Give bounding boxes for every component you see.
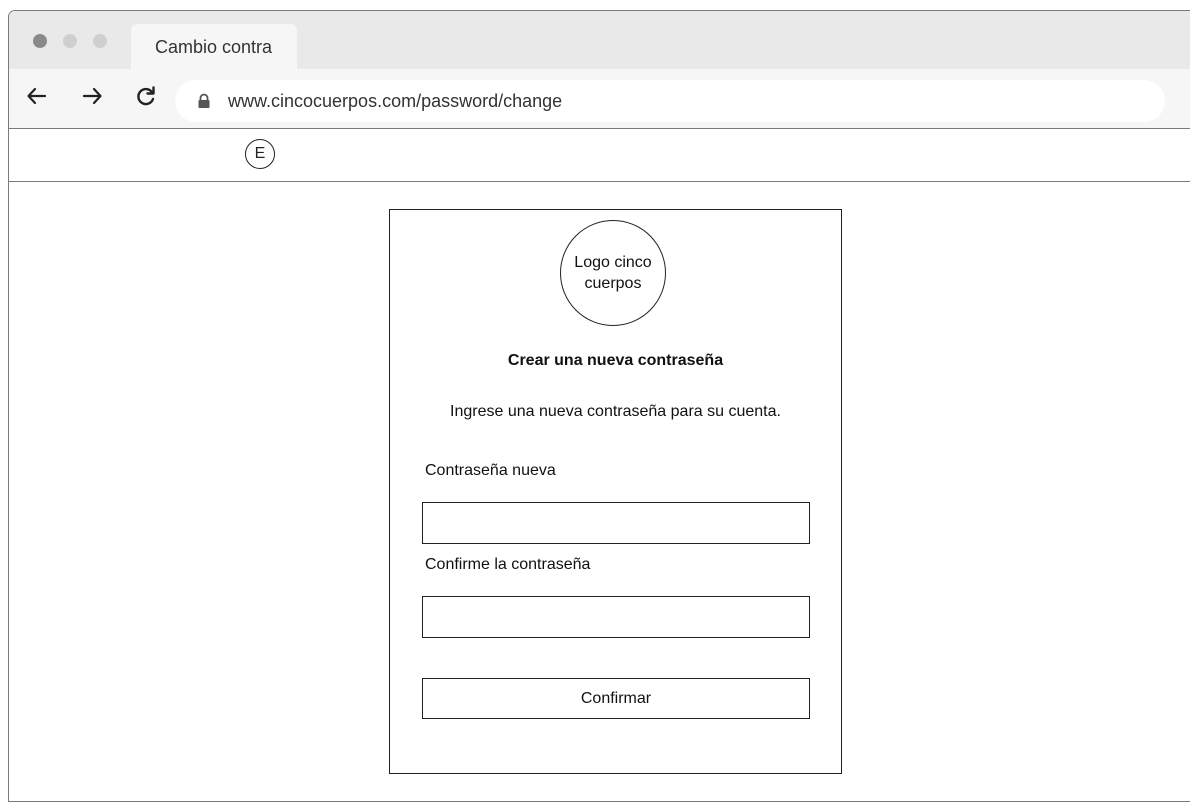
lock-icon bbox=[198, 93, 210, 108]
reload-button[interactable] bbox=[133, 83, 159, 109]
confirm-button[interactable]: Confirmar bbox=[422, 678, 810, 719]
browser-tab[interactable]: Cambio contra bbox=[131, 24, 297, 69]
url-text: www.cincocuerpos.com/password/change bbox=[228, 91, 563, 111]
extensions-bar: E bbox=[9, 129, 1190, 182]
password-change-card: Logo cinco cuerpos Crear una nueva contr… bbox=[389, 209, 842, 774]
arrow-left-icon bbox=[27, 87, 47, 105]
forward-button[interactable] bbox=[79, 83, 105, 109]
page-title: Crear una nueva contraseña bbox=[507, 352, 724, 369]
logo: Logo cinco cuerpos bbox=[560, 220, 666, 326]
maximize-window-button[interactable] bbox=[93, 34, 107, 48]
navigation-bar: www.cincocuerpos.com/password/change bbox=[9, 69, 1190, 129]
arrow-right-icon bbox=[82, 87, 102, 105]
new-password-label: Contraseña nueva bbox=[425, 462, 556, 479]
new-password-field[interactable] bbox=[422, 502, 810, 544]
extension-icon[interactable]: E bbox=[245, 139, 275, 169]
browser-window: Cambio contra www.cincocuerpos.com/passw… bbox=[8, 10, 1190, 802]
tab-title: Cambio contra bbox=[155, 37, 273, 57]
address-bar[interactable]: www.cincocuerpos.com/password/change bbox=[175, 80, 1165, 122]
minimize-window-button[interactable] bbox=[63, 34, 77, 48]
tab-bar: Cambio contra bbox=[9, 11, 1190, 69]
confirm-password-label: Confirme la contraseña bbox=[425, 556, 591, 573]
reload-icon bbox=[137, 86, 155, 106]
page-subtitle: Ingrese una nueva contraseña para su cue… bbox=[450, 403, 781, 420]
logo-text: Logo cinco cuerpos bbox=[574, 254, 652, 292]
close-window-button[interactable] bbox=[33, 34, 47, 48]
back-button[interactable] bbox=[24, 83, 50, 109]
confirm-password-field[interactable] bbox=[422, 596, 810, 638]
